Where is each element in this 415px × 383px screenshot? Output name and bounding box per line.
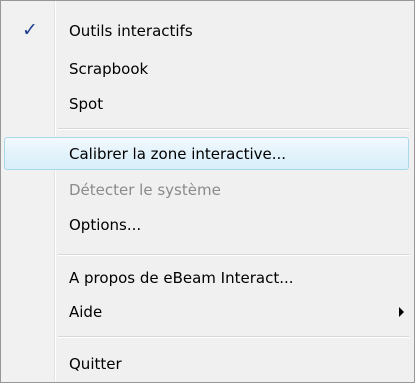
menu-item-outils-interactifs[interactable]: ✓ Outils interactifs (4, 14, 409, 47)
menu-item-label: Détecter le système (69, 181, 221, 199)
menu-item-label: Quitter (69, 355, 122, 373)
menu-item-quitter[interactable]: Quitter (4, 347, 409, 380)
menu-separator (58, 254, 409, 256)
context-menu: ✓ Outils interactifs Scrapbook Spot Cali… (0, 0, 415, 383)
menu-separator (58, 128, 409, 130)
menu-item-label: Calibrer la zone interactive... (69, 145, 287, 163)
menu-item-label: A propos de eBeam Interact... (69, 269, 294, 287)
submenu-arrow-icon (399, 307, 404, 317)
menu-item-label: Scrapbook (69, 60, 149, 78)
menu-item-aide[interactable]: Aide (4, 295, 409, 328)
menu-separator (58, 336, 409, 338)
menu-item-a-propos[interactable]: A propos de eBeam Interact... (4, 261, 409, 294)
menu-item-label: Options... (69, 216, 142, 234)
menu-item-label: Aide (69, 303, 103, 321)
checkmark-icon: ✓ (22, 19, 38, 41)
menu-item-label: Outils interactifs (69, 22, 193, 40)
menu-item-calibrer-zone-interactive[interactable]: Calibrer la zone interactive... (4, 137, 409, 170)
menu-item-scrapbook[interactable]: Scrapbook (4, 52, 409, 85)
menu-item-label: Spot (69, 95, 104, 113)
menu-item-options[interactable]: Options... (4, 208, 409, 241)
menu-item-spot[interactable]: Spot (4, 87, 409, 120)
menu-item-detecter-systeme: Détecter le système (4, 173, 409, 206)
